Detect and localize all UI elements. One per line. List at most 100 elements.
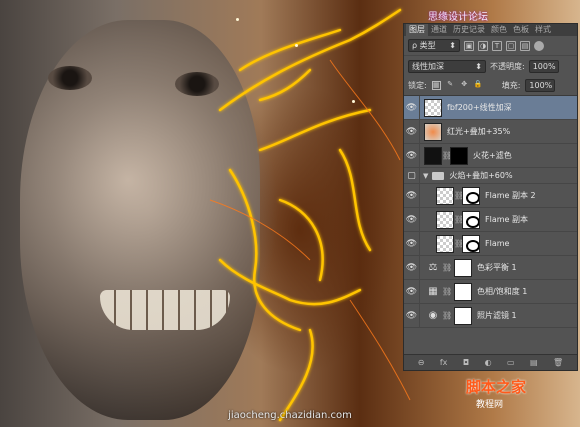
layer-mask <box>454 306 472 325</box>
visibility-eye-icon[interactable]: 👁 <box>404 183 420 208</box>
visibility-eye-icon[interactable]: 👁 <box>404 255 420 280</box>
visibility-empty[interactable]: ▢ <box>404 167 420 184</box>
panel-tabs: 图层 通道 历史记录 颜色 色板 样式 <box>404 24 577 36</box>
filter-toggle-icon[interactable] <box>534 40 544 51</box>
link-icon: ⛓ <box>454 239 465 248</box>
filter-text-icon[interactable]: T <box>492 40 502 51</box>
layer-thumbnail <box>424 146 442 165</box>
layer-name: 红光+叠加+35% <box>447 127 511 136</box>
filter-type-label: ρ 类型 <box>412 41 436 50</box>
tab-channels[interactable]: 通道 <box>428 24 450 36</box>
new-layer-icon[interactable]: ▤ <box>530 358 538 367</box>
layer-row[interactable]: 👁 fbf200+线性加深 <box>404 95 577 120</box>
chevron-down-icon: ⬍ <box>449 41 456 50</box>
blend-row: 线性加深 ⬍ 不透明度: 100% <box>404 56 577 76</box>
spark <box>352 100 355 103</box>
layer-thumbnail <box>424 98 442 117</box>
layer-style-icon[interactable]: fx <box>440 358 448 367</box>
layer-thumbnail <box>436 186 454 205</box>
filter-row: ρ 类型 ⬍ ▣ ◑ T ▢ ▤ <box>404 36 577 56</box>
link-icon: ⛓ <box>442 311 453 320</box>
blend-mode-value: 线性加深 <box>412 61 444 71</box>
layers-list: 👁 fbf200+线性加深 👁 红光+叠加+35% 👁 ⛓ 火花+滤色 ▢ ▼ … <box>404 95 577 328</box>
tab-styles[interactable]: 样式 <box>532 24 554 36</box>
left-eye <box>48 66 92 90</box>
fill-field[interactable]: 100% <box>525 79 556 92</box>
layer-mask <box>450 146 468 165</box>
link-icon: ⛓ <box>442 151 453 160</box>
spark <box>236 18 239 21</box>
lock-all-icon[interactable]: 🔒 <box>474 81 483 90</box>
trash-icon[interactable]: 🗑 <box>553 358 563 367</box>
lock-paint-icon[interactable]: ✎ <box>446 81 455 90</box>
layer-name: Flame <box>485 239 510 248</box>
layer-row[interactable]: 👁 红光+叠加+35% <box>404 119 577 144</box>
layer-row[interactable]: 👁 ⛓ Flame <box>404 231 577 256</box>
layer-name: fbf200+线性加深 <box>447 103 512 112</box>
tab-color[interactable]: 颜色 <box>488 24 510 36</box>
opacity-value: 100% <box>532 61 556 71</box>
layer-mask <box>454 282 472 301</box>
visibility-eye-icon[interactable]: 👁 <box>404 143 420 168</box>
visibility-eye-icon[interactable]: 👁 <box>404 231 420 256</box>
tab-history[interactable]: 历史记录 <box>450 24 488 36</box>
chevron-down-icon: ⬍ <box>475 61 482 71</box>
visibility-eye-icon[interactable]: 👁 <box>404 207 420 232</box>
link-icon: ⛓ <box>454 191 465 200</box>
expand-triangle-icon[interactable]: ▼ <box>423 172 428 180</box>
visibility-eye-icon[interactable]: 👁 <box>404 279 420 304</box>
lock-move-icon[interactable]: ✥ <box>460 81 469 90</box>
layer-mask <box>462 186 480 205</box>
filter-type-select[interactable]: ρ 类型 ⬍ <box>408 39 460 52</box>
link-layers-icon[interactable]: ⊖ <box>418 358 425 367</box>
layer-mask <box>454 258 472 277</box>
fill-value: 100% <box>529 81 553 90</box>
watermark-site-name: 脚本之家 <box>466 378 527 396</box>
layer-name: 色彩平衡 1 <box>477 263 517 272</box>
visibility-eye-icon[interactable]: 👁 <box>404 119 420 144</box>
layer-group-row[interactable]: ▢ ▼ 火焰+叠加+60% <box>404 167 577 184</box>
layer-name: Flame 副本 2 <box>485 191 536 200</box>
layer-mask <box>462 234 480 253</box>
blend-mode-select[interactable]: 线性加深 ⬍ <box>408 59 486 73</box>
link-icon: ⛓ <box>454 215 465 224</box>
adjustment-layer-icon[interactable]: ◐ <box>485 358 492 367</box>
layer-row[interactable]: 👁 ▦ ⛓ 色相/饱和度 1 <box>404 279 577 304</box>
fire-lines <box>209 8 411 422</box>
opacity-field[interactable]: 100% <box>528 59 559 73</box>
lock-label: 锁定: <box>408 81 427 90</box>
filter-smart-icon[interactable]: ▤ <box>520 40 530 51</box>
layer-name: Flame 副本 <box>485 215 528 224</box>
opacity-label: 不透明度: <box>490 61 525 71</box>
hue-saturation-icon: ▦ <box>428 285 438 297</box>
layer-name: 照片滤镜 1 <box>477 311 517 320</box>
layer-thumbnail <box>436 234 454 253</box>
add-mask-icon[interactable]: ◘ <box>463 358 469 367</box>
layer-row[interactable]: 👁 ⛓ Flame 副本 2 <box>404 183 577 208</box>
layer-name: 火焰+叠加+60% <box>449 171 513 180</box>
tab-layers[interactable]: 图层 <box>406 24 428 36</box>
panel-footer: ⊖ fx ◘ ◐ ▭ ▤ 🗑 <box>404 354 577 370</box>
layer-thumbnail <box>424 122 442 141</box>
watermark-site-sub: 教程网 <box>476 400 504 410</box>
layer-row[interactable]: 👁 ◉ ⛓ 照片滤镜 1 <box>404 303 577 328</box>
layer-mask <box>462 210 480 229</box>
link-icon: ⛓ <box>442 287 453 296</box>
visibility-eye-icon[interactable]: 👁 <box>404 95 420 120</box>
layer-name: 火花+滤色 <box>473 151 512 160</box>
color-balance-icon: ⚖ <box>428 261 438 273</box>
filter-adjust-icon[interactable]: ◑ <box>478 40 488 51</box>
link-icon: ⛓ <box>442 263 453 272</box>
tab-swatches[interactable]: 色板 <box>510 24 532 36</box>
visibility-eye-icon[interactable]: 👁 <box>404 303 420 328</box>
layer-thumbnail <box>436 210 454 229</box>
filter-pixel-icon[interactable]: ▣ <box>464 40 474 51</box>
lock-transparent-icon[interactable]: ▦ <box>431 81 441 90</box>
layer-row[interactable]: 👁 ⛓ 火花+滤色 <box>404 143 577 168</box>
layer-row[interactable]: 👁 ⛓ Flame 副本 <box>404 207 577 232</box>
filter-shape-icon[interactable]: ▢ <box>506 40 516 51</box>
layer-row[interactable]: 👁 ⚖ ⛓ 色彩平衡 1 <box>404 255 577 280</box>
lock-row: 锁定: ▦ ✎ ✥ 🔒 填充: 100% <box>404 76 577 96</box>
new-group-icon[interactable]: ▭ <box>507 358 515 367</box>
photo-filter-icon: ◉ <box>428 309 438 321</box>
